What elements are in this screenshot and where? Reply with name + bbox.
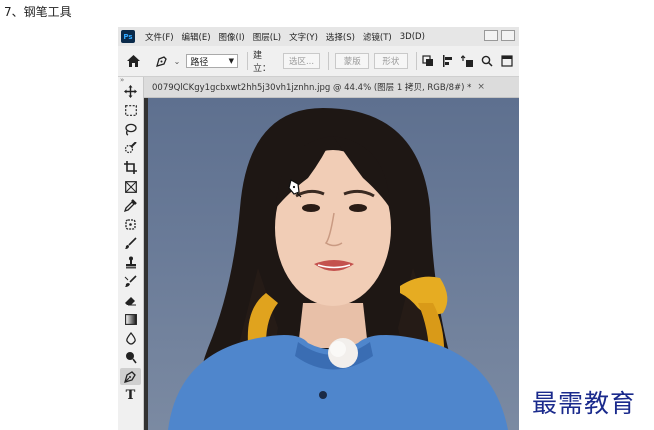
frame-icon xyxy=(124,180,137,193)
document-canvas[interactable] xyxy=(148,98,519,430)
eyedropper-icon xyxy=(124,199,137,212)
menu-file[interactable]: 文件(F) xyxy=(141,31,178,43)
eyedropper-tool[interactable] xyxy=(120,197,141,214)
quick-select-icon xyxy=(124,142,137,154)
menu-bar: Ps 文件(F) 编辑(E) 图像(I) 图层(L) 文字(Y) 选择(S) 滤… xyxy=(118,27,519,46)
make-selection-button[interactable]: 选区... xyxy=(282,53,321,69)
move-icon xyxy=(124,85,137,98)
tool-mode-select[interactable]: 路径 ▼ xyxy=(186,54,238,68)
document-tab-label: 0079QlCKgy1gcbxwt2hh5j30vh1jznhn.jpg @ 4… xyxy=(152,83,472,93)
stamp-tool[interactable] xyxy=(120,254,141,271)
path-arrangement-icon[interactable] xyxy=(459,53,475,69)
divider xyxy=(328,52,330,70)
menu-edit[interactable]: 编辑(E) xyxy=(178,31,215,43)
eraser-icon xyxy=(125,296,136,305)
lasso-tool[interactable] xyxy=(120,121,141,138)
divider xyxy=(415,52,417,70)
document-tab[interactable]: 0079QlCKgy1gcbxwt2hh5j30vh1jznhn.jpg @ 4… xyxy=(144,77,519,98)
pen-icon xyxy=(124,371,136,383)
crop-icon xyxy=(124,161,137,174)
menu-select[interactable]: 选择(S) xyxy=(322,31,359,43)
minimize-button[interactable] xyxy=(484,30,498,41)
tools-panel: » T xyxy=(118,76,144,430)
divider xyxy=(246,52,248,70)
options-bar: ⌄ 路径 ▼ 建立： 选区... 蒙版 形状 xyxy=(118,46,519,77)
photo xyxy=(168,108,508,430)
home-icon[interactable] xyxy=(126,53,142,69)
photoshop-logo: Ps xyxy=(121,30,135,43)
menu-filter[interactable]: 滤镜(T) xyxy=(359,31,396,43)
make-mask-button[interactable]: 蒙版 xyxy=(335,53,370,69)
blur-tool[interactable] xyxy=(120,330,141,347)
crop-tool[interactable] xyxy=(120,159,141,176)
healing-tool[interactable] xyxy=(120,216,141,233)
gradient-icon xyxy=(124,314,137,325)
tool-mode-value: 路径 xyxy=(190,57,209,68)
blur-icon xyxy=(125,332,136,345)
watermark-text: 最需教育 xyxy=(532,389,637,418)
make-shape-button[interactable]: 形状 xyxy=(374,53,408,69)
healing-icon xyxy=(125,219,136,230)
maximize-button[interactable] xyxy=(501,30,515,41)
menu-type[interactable]: 文字(Y) xyxy=(285,31,322,43)
search-icon[interactable] xyxy=(479,53,495,69)
menu-image[interactable]: 图像(I) xyxy=(215,31,249,43)
frame-tool[interactable] xyxy=(120,178,141,195)
pen-tool[interactable] xyxy=(120,368,141,385)
history-brush-icon xyxy=(124,275,137,287)
window-controls xyxy=(484,30,515,41)
lasso-icon xyxy=(125,123,137,136)
marquee-tool[interactable] xyxy=(120,102,141,119)
move-tool[interactable] xyxy=(120,83,141,100)
quick-select-tool[interactable] xyxy=(120,140,141,157)
dodge-tool[interactable] xyxy=(120,349,141,366)
history-brush-tool[interactable] xyxy=(120,273,141,290)
pen-tool-preset-icon[interactable] xyxy=(152,53,172,69)
gradient-tool[interactable] xyxy=(120,311,141,328)
photoshop-window: Ps 文件(F) 编辑(E) 图像(I) 图层(L) 文字(Y) 选择(S) 滤… xyxy=(118,27,519,430)
dodge-icon xyxy=(125,352,137,364)
close-icon[interactable]: × xyxy=(477,82,485,92)
brush-icon xyxy=(125,237,137,249)
rect-marquee-icon xyxy=(124,105,137,116)
brush-tool[interactable] xyxy=(120,235,141,252)
chevron-down-icon[interactable]: ⌄ xyxy=(174,57,181,66)
type-tool[interactable]: T xyxy=(120,387,141,404)
chevron-down-icon: ▼ xyxy=(228,57,234,65)
menu-layer[interactable]: 图层(L) xyxy=(249,31,285,43)
menu-3d[interactable]: 3D(D) xyxy=(396,32,429,42)
eraser-tool[interactable] xyxy=(120,292,141,309)
path-operations-icon[interactable] xyxy=(420,53,436,69)
build-label: 建立： xyxy=(252,51,271,74)
workspace-icon[interactable] xyxy=(499,53,515,69)
stamp-icon xyxy=(125,256,136,269)
path-alignment-icon[interactable] xyxy=(440,53,456,69)
caption: 7、钢笔工具 xyxy=(4,5,72,19)
